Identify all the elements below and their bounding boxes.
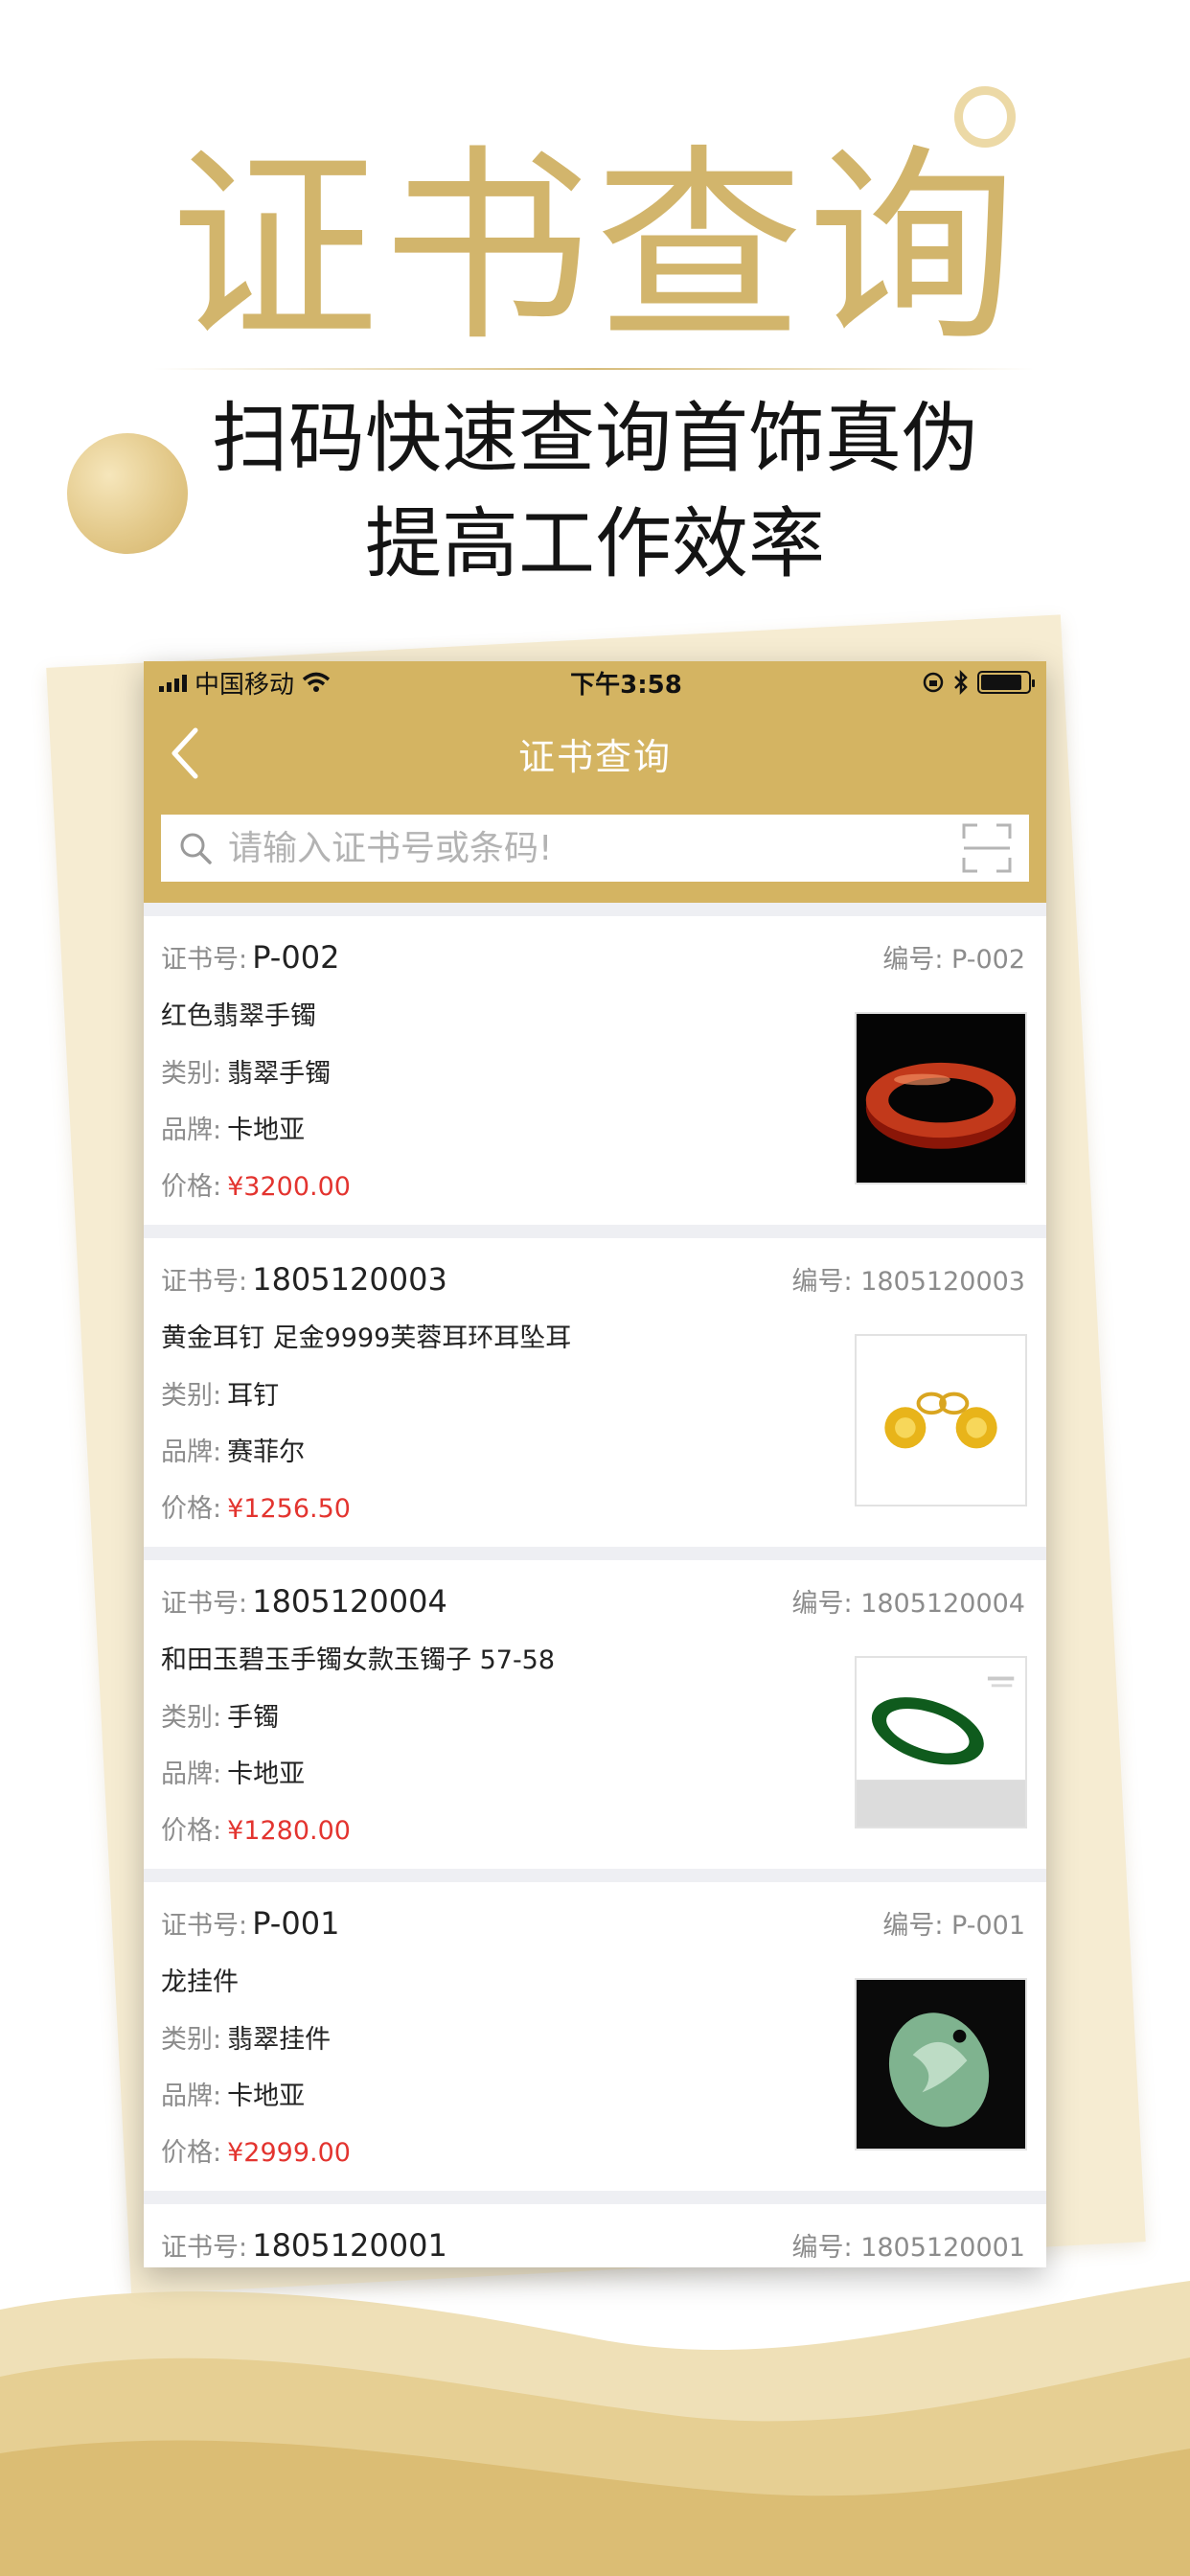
promo-divider (153, 368, 1035, 370)
code-number: 1805120003 (860, 1266, 1025, 1297)
code-label: 编号: (791, 2232, 853, 2263)
code-label: 编号: (791, 1266, 853, 1297)
cert-number: 1805120003 (252, 1260, 447, 1298)
brand-value: 卡地亚 (227, 1116, 306, 1145)
brand-label: 品牌: (161, 1116, 222, 1145)
cert-label: 证书号: (161, 1910, 248, 1941)
page-title: 证书查询 (517, 735, 672, 778)
promo-title: 证书查询 (170, 127, 1020, 370)
code-label: 编号: (882, 944, 944, 975)
search-input[interactable] (228, 828, 960, 868)
code-number: P-002 (951, 944, 1025, 975)
price-label: 价格: (161, 1816, 222, 1846)
code-label: 编号: (791, 1588, 853, 1619)
product-name: 和田玉碧玉手镯女款玉镯子 57-58 (161, 1645, 556, 1675)
search-bar[interactable] (161, 815, 1029, 882)
bluetooth-icon (954, 670, 968, 695)
certificate-list: 证书号: P-002 编号: P-002 红色翡翠手镯 类别: 翡翠手镯 品牌: 卡… (144, 916, 1046, 2267)
product-image-gold-flower-earrings[interactable] (855, 1334, 1027, 1506)
product-name: 龙挂件 (161, 1967, 239, 1997)
bottom-waves (0, 2281, 1190, 2576)
category-value: 耳钉 (227, 1381, 280, 1411)
code-label: 编号: (882, 1910, 944, 1941)
status-time: 下午3:58 (570, 670, 682, 700)
rotation-lock-icon (923, 672, 944, 693)
wifi-icon (302, 672, 331, 692)
category-label: 类别: (161, 1381, 222, 1411)
carrier-label: 中国移动 (195, 670, 295, 700)
list-item[interactable]: 证书号: 1805120001 编号: 1805120001 (144, 2204, 1046, 2267)
brand-value: 赛菲尔 (227, 1438, 306, 1467)
category-value: 翡翠挂件 (227, 2025, 332, 2055)
cert-label: 证书号: (161, 944, 248, 975)
product-image-red-jade-bangle[interactable] (855, 1012, 1027, 1184)
status-bar: 中国移动 下午3:58 (144, 661, 1046, 703)
code-number: 1805120001 (860, 2232, 1025, 2263)
category-label: 类别: (161, 1059, 222, 1089)
list-item[interactable]: 证书号: P-002 编号: P-002 红色翡翠手镯 类别: 翡翠手镯 品牌: 卡… (144, 916, 1046, 1225)
brand-label: 品牌: (161, 2082, 222, 2111)
price-value: ¥3200.00 (227, 1172, 351, 1202)
code-number: P-001 (951, 1910, 1025, 1941)
price-label: 价格: (161, 1172, 222, 1202)
price-value: ¥1256.50 (227, 1494, 351, 1524)
brand-label: 品牌: (161, 1438, 222, 1467)
product-image-jade-dragon-pendant[interactable] (855, 1978, 1027, 2150)
phone-screen: 中国移动 下午3:58 证书查询 请输入证书号或条码! 证书号: P-002 编… (144, 661, 1046, 2267)
list-item[interactable]: 证书号: 1805120004 编号: 1805120004 和田玉碧玉手镯女款… (144, 1560, 1046, 1869)
product-image-green-jade-bangle[interactable] (855, 1656, 1027, 1828)
price-value: ¥1280.00 (227, 1816, 351, 1846)
price-label: 价格: (161, 1494, 222, 1524)
signal-icon (159, 673, 187, 692)
navigation-bar: 证书查询 (144, 703, 1046, 803)
price-value: ¥2999.00 (227, 2138, 351, 2168)
battery-icon (977, 671, 1035, 694)
cert-label: 证书号: (161, 2232, 248, 2263)
back-button[interactable] (161, 724, 209, 782)
brand-value: 卡地亚 (227, 1760, 306, 1789)
cert-number: P-002 (252, 938, 340, 976)
brand-label: 品牌: (161, 1760, 222, 1789)
promo-tagline-line1: 扫码快速查询首饰真伪 (212, 394, 978, 483)
category-value: 翡翠手镯 (227, 1059, 332, 1089)
cert-number: 1805120001 (252, 2226, 447, 2264)
product-name: 黄金耳钉 足金9999芙蓉耳环耳坠耳 (161, 1323, 572, 1353)
scan-icon[interactable] (960, 821, 1014, 875)
brand-value: 卡地亚 (227, 2082, 306, 2111)
cert-label: 证书号: (161, 1588, 248, 1619)
category-label: 类别: (161, 2025, 222, 2055)
chevron-left-icon (172, 727, 198, 779)
header-area: 中国移动 下午3:58 证书查询 请输入证书号或条码! (144, 661, 1046, 903)
category-label: 类别: (161, 1703, 222, 1733)
price-label: 价格: (161, 2138, 222, 2168)
code-number: 1805120004 (860, 1588, 1025, 1619)
product-name: 红色翡翠手镯 (161, 1001, 316, 1031)
cert-number: P-001 (252, 1904, 340, 1942)
cert-number: 1805120004 (252, 1582, 447, 1620)
promo-tagline-line2: 提高工作效率 (365, 499, 825, 588)
cert-label: 证书号: (161, 1266, 248, 1297)
list-item[interactable]: 证书号: P-001 编号: P-001 龙挂件 类别: 翡翠挂件 品牌: 卡地亚 … (144, 1882, 1046, 2191)
list-item[interactable]: 证书号: 1805120003 编号: 1805120003 黄金耳钉 足金99… (144, 1238, 1046, 1547)
search-icon (180, 833, 212, 864)
category-value: 手镯 (227, 1703, 280, 1733)
